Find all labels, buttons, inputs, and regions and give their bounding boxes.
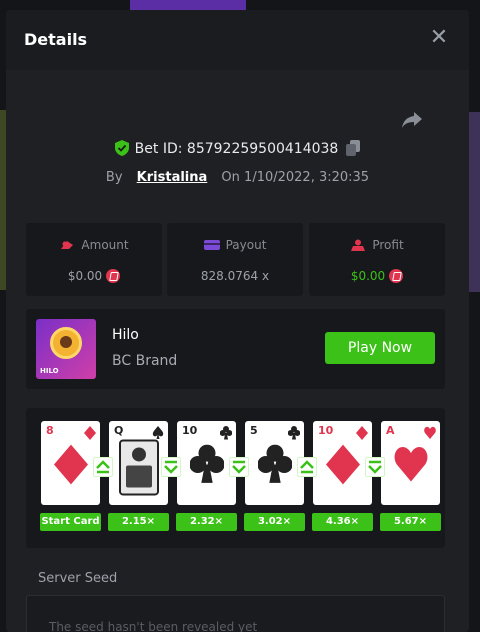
higher-arrow-icon (93, 457, 113, 477)
queen-figure-icon (118, 439, 159, 496)
lower-arrow-icon (161, 457, 181, 477)
bet-id-line: Bet ID: 85792259500414038 (6, 140, 469, 157)
payout-icon (203, 240, 220, 250)
heart-small-icon (424, 426, 436, 439)
background-strip-right (468, 112, 480, 292)
username-link[interactable]: Kristalina (137, 170, 208, 185)
cards-history: 8 Start Card Q 2.15× 10 2.32× 5 3.02× 10 4.36× A 5.… (26, 408, 445, 548)
amount-panel: Amount $0.00 (26, 223, 162, 296)
game-thumbnail[interactable]: HILO (36, 319, 96, 379)
server-seed-label: Server Seed (38, 571, 118, 586)
card-rank: 5 (250, 424, 258, 437)
card-rank: 8 (46, 424, 54, 437)
diamond-icon (325, 444, 360, 485)
amount-icon (61, 241, 74, 249)
amount-label: Amount (81, 238, 129, 252)
on-label: On (221, 170, 240, 185)
profit-panel: Profit $0.00 (309, 223, 445, 296)
card-rank: A (386, 424, 395, 437)
profit-label: Profit (372, 238, 404, 252)
card-multiplier-label: 5.67× (380, 513, 441, 531)
modal-header: Details ✕ (6, 10, 469, 70)
club-small-icon (219, 426, 233, 440)
card-multiplier-label: Start Card (40, 513, 101, 531)
club-small-icon (287, 426, 301, 440)
card-multiplier-label: 2.32× (176, 513, 237, 531)
lower-arrow-icon (365, 457, 385, 477)
club-icon (188, 444, 225, 483)
playing-card: Q (109, 421, 168, 505)
game-brand: BC Brand (112, 353, 178, 369)
club-icon (256, 444, 293, 483)
heart-icon (394, 447, 427, 482)
profit-icon (351, 239, 366, 251)
card-rank: 10 (182, 424, 198, 437)
playing-card: A (381, 421, 440, 505)
thumbnail-tag: HILO (40, 367, 59, 375)
game-panel: HILO Hilo BC Brand Play Now (26, 309, 445, 389)
details-modal: Details ✕ Bet ID: 85792259500414038 By K… (6, 10, 469, 632)
close-icon[interactable]: ✕ (427, 26, 451, 50)
by-label: By (105, 170, 123, 185)
server-seed-field: The seed hasn't been revealed yet (26, 595, 445, 632)
share-icon[interactable] (400, 110, 424, 130)
author-line: By Kristalina On 1/10/2022, 3:20:35 (6, 170, 469, 185)
hilo-mascot-icon (50, 327, 82, 359)
diamond-icon (53, 444, 88, 485)
trx-coin-icon (106, 269, 121, 283)
playing-card: 10 (177, 421, 236, 505)
playing-card: 8 (41, 421, 100, 505)
payout-label: Payout (225, 238, 267, 252)
bet-id: Bet ID: 85792259500414038 (134, 141, 339, 157)
lower-arrow-icon (229, 457, 249, 477)
higher-arrow-icon (297, 457, 317, 477)
trx-coin-icon (389, 269, 404, 283)
payout-value: 828.0764 x (200, 269, 270, 283)
card-multiplier-label: 2.15× (108, 513, 169, 531)
spade-small-icon (152, 426, 164, 439)
playing-card: 10 (313, 421, 372, 505)
bet-datetime: 1/10/2022, 3:20:35 (244, 170, 370, 185)
background-banner (130, 0, 246, 10)
shield-check-icon (114, 140, 129, 156)
game-name: Hilo (112, 327, 139, 343)
card-multiplier-label: 3.02× (244, 513, 305, 531)
diamond-small-icon (84, 426, 96, 440)
server-seed-text: The seed hasn't been revealed yet (49, 620, 258, 632)
card-rank: 10 (318, 424, 334, 437)
diamond-small-icon (356, 426, 368, 440)
card-rank: Q (114, 424, 124, 437)
playing-card: 5 (245, 421, 304, 505)
modal-title: Details (24, 30, 88, 49)
profit-value: $0.00 (350, 269, 386, 283)
payout-panel: Payout 828.0764 x (167, 223, 303, 296)
card-multiplier-label: 4.36× (312, 513, 373, 531)
copy-icon[interactable] (346, 140, 361, 156)
amount-value: $0.00 (67, 269, 103, 283)
play-now-button[interactable]: Play Now (325, 332, 435, 364)
